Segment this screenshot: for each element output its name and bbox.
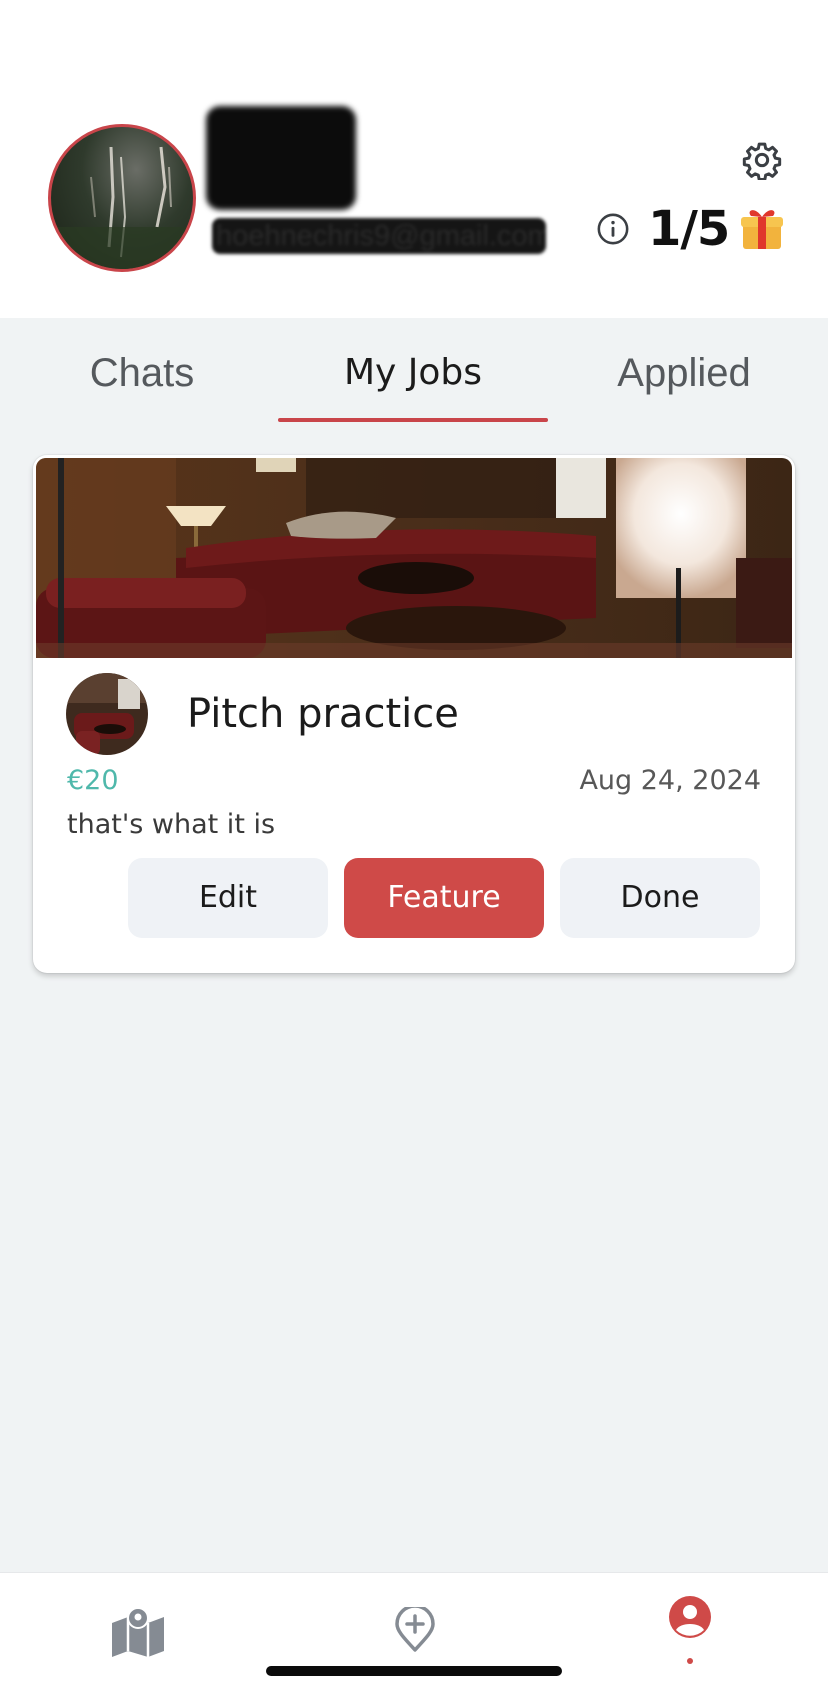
done-button[interactable]: Done	[560, 858, 760, 938]
credits-count: 1/5	[648, 201, 730, 257]
tab-chats[interactable]: Chats	[60, 348, 224, 398]
job-cover-image	[36, 458, 792, 658]
user-email: hoehnechris9@gmail.com	[212, 218, 546, 254]
job-title: Pitch practice	[187, 691, 459, 737]
job-card[interactable]: Pitch practice €20 Aug 24, 2024 that's w…	[33, 455, 795, 973]
avatar[interactable]	[48, 124, 196, 272]
map-icon[interactable]	[110, 1605, 166, 1657]
add-location-icon[interactable]	[394, 1607, 436, 1653]
active-tab-indicator	[278, 418, 548, 422]
job-price: €20	[67, 765, 119, 796]
tab-bar: Chats My Jobs Applied	[0, 318, 828, 424]
job-date: Aug 24, 2024	[579, 765, 761, 796]
active-nav-indicator	[687, 1658, 693, 1664]
redacted-name	[206, 106, 356, 210]
job-thumbnail	[66, 673, 148, 755]
tab-applied[interactable]: Applied	[604, 348, 764, 398]
home-indicator[interactable]	[266, 1666, 562, 1676]
gear-icon[interactable]	[742, 140, 782, 180]
feature-button[interactable]: Feature	[344, 858, 544, 938]
profile-icon[interactable]	[668, 1595, 712, 1639]
edit-button[interactable]: Edit	[128, 858, 328, 938]
tab-my-jobs[interactable]: My Jobs	[278, 348, 548, 398]
gift-icon[interactable]	[738, 204, 786, 252]
profile-header: hoehnechris9@gmail.com 1/5	[0, 0, 828, 318]
info-icon[interactable]	[596, 212, 630, 246]
job-description: that's what it is	[67, 809, 276, 840]
